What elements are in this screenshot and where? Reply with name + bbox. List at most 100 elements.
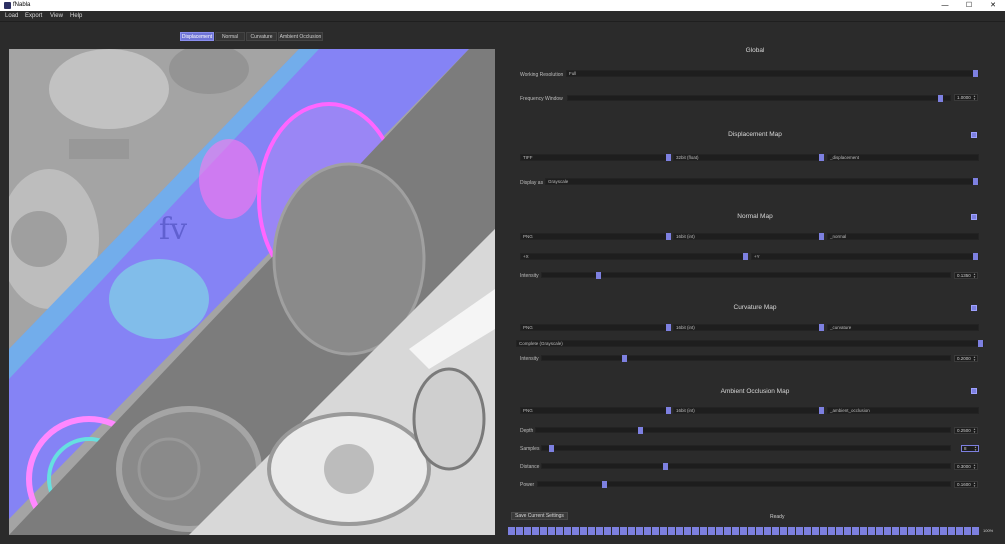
normal-enable-checkbox[interactable]	[971, 214, 977, 220]
curvature-depth-handle[interactable]	[819, 324, 824, 331]
progress-segment	[924, 527, 931, 535]
menu-help[interactable]: Help	[70, 13, 82, 19]
display-as-label: Display as	[520, 180, 544, 186]
curvature-intensity-value: 0.2000	[957, 356, 971, 361]
curvature-enable-checkbox[interactable]	[971, 305, 977, 311]
progress-segment	[652, 527, 659, 535]
normal-x-axis-handle[interactable]	[743, 253, 748, 260]
tab-curvature[interactable]: Curvature	[246, 32, 277, 41]
ao-depth-handle[interactable]	[819, 407, 824, 414]
ao-enable-checkbox[interactable]	[971, 388, 977, 394]
displacement-format-handle[interactable]	[666, 154, 671, 161]
progress-segment	[572, 527, 579, 535]
displacement-depth-select[interactable]: 32bit (float)	[673, 154, 823, 161]
normal-format-handle[interactable]	[666, 233, 671, 240]
progress-segment	[676, 527, 683, 535]
ao-depth-slider-handle[interactable]	[637, 427, 643, 434]
frequency-window-slider-handle[interactable]	[938, 95, 944, 102]
progress-segment	[764, 527, 771, 535]
normal-intensity-slider[interactable]	[541, 272, 951, 278]
progress-segment	[532, 527, 539, 535]
menu-export[interactable]: Export	[25, 13, 42, 19]
frequency-window-value: 1.0000	[957, 95, 971, 100]
frequency-window-spinbox[interactable]: 1.0000 ▲ ▼	[954, 94, 978, 101]
progress-segment	[716, 527, 723, 535]
normal-depth-handle[interactable]	[819, 233, 824, 240]
progress-segment	[508, 527, 515, 535]
progress-segment	[772, 527, 779, 535]
normal-y-axis-handle[interactable]	[973, 253, 978, 260]
working-resolution-select[interactable]: Full	[566, 70, 979, 77]
ao-distance-spinbox[interactable]: 0.3000 ▲ ▼	[954, 463, 978, 470]
ao-power-spinbox[interactable]: 0.1600 ▲ ▼	[954, 481, 978, 488]
normal-suffix-input[interactable]: _normal	[827, 233, 979, 240]
spin-arrows-icon[interactable]: ▲ ▼	[973, 428, 977, 434]
curvature-format-select[interactable]: PNG	[520, 324, 670, 331]
displacement-depth-handle[interactable]	[819, 154, 824, 161]
progress-segment	[948, 527, 955, 535]
progress-segment	[844, 527, 851, 535]
normal-intensity-slider-handle[interactable]	[595, 272, 601, 279]
spin-arrows-icon[interactable]: ▲ ▼	[973, 464, 977, 470]
spin-arrows-icon[interactable]: ▲ ▼	[973, 273, 977, 279]
display-as-handle[interactable]	[973, 178, 978, 185]
normal-intensity-spinbox[interactable]: 0.1350 ▲ ▼	[954, 272, 978, 279]
minimize-icon[interactable]: —	[938, 1, 952, 10]
ao-suffix-input[interactable]: _ambient_occlusion	[827, 407, 979, 414]
progress-segment	[940, 527, 947, 535]
spin-arrows-icon[interactable]: ▲ ▼	[973, 95, 977, 101]
status-text: Ready	[770, 514, 785, 520]
spin-arrows-icon[interactable]: ▲ ▼	[973, 356, 977, 362]
working-resolution-dropdown-handle[interactable]	[973, 70, 978, 77]
normal-depth-select[interactable]: 16bit (int)	[673, 233, 823, 240]
progress-segment	[620, 527, 627, 535]
app-logo-icon	[4, 2, 11, 9]
ao-depth-slider[interactable]	[535, 427, 951, 433]
save-settings-button[interactable]: Save Current Settings	[511, 512, 568, 520]
progress-segment	[908, 527, 915, 535]
curvature-depth-select[interactable]: 16bit (int)	[673, 324, 823, 331]
map-preview[interactable]: fv	[9, 49, 495, 535]
frequency-window-label: Frequency Window	[520, 96, 563, 102]
progress-segment	[644, 527, 651, 535]
progress-segment	[932, 527, 939, 535]
curvature-mode-handle[interactable]	[978, 340, 983, 347]
ao-samples-slider[interactable]	[541, 445, 951, 451]
curvature-intensity-slider-handle[interactable]	[622, 355, 627, 362]
progress-text: 100%	[983, 528, 994, 533]
menu-view[interactable]: View	[50, 13, 63, 19]
ao-distance-slider[interactable]	[541, 463, 951, 469]
ao-power-slider-handle[interactable]	[602, 481, 608, 488]
curvature-format-handle[interactable]	[666, 324, 671, 331]
tab-displacement[interactable]: Displacement	[180, 32, 214, 41]
frequency-window-slider[interactable]	[567, 95, 951, 101]
ao-depth-select[interactable]: 16bit (int)	[673, 407, 823, 414]
tab-ambient-occlusion[interactable]: Ambient Occlusion	[278, 32, 323, 41]
ao-format-handle[interactable]	[666, 407, 671, 414]
maximize-icon[interactable]: ☐	[962, 1, 976, 10]
close-icon[interactable]: ✕	[986, 1, 1000, 10]
ao-depth-spinbox[interactable]: 0.2500 ▲ ▼	[954, 427, 978, 434]
curvature-mode-select[interactable]: Complete (Grayscale)	[516, 340, 984, 347]
curvature-suffix-input[interactable]: _curvature	[827, 324, 979, 331]
spin-arrows-icon[interactable]: ▲ ▼	[974, 446, 978, 452]
normal-x-axis-select[interactable]: +X	[520, 253, 748, 260]
tab-normal[interactable]: Normal	[215, 32, 245, 41]
progress-segment	[828, 527, 835, 535]
displacement-format-select[interactable]: TIFF	[520, 154, 670, 161]
curvature-intensity-spinbox[interactable]: 0.2000 ▲ ▼	[954, 355, 978, 362]
ao-samples-slider-handle[interactable]	[549, 445, 555, 452]
menu-load[interactable]: Load	[5, 13, 18, 19]
progress-segment	[884, 527, 891, 535]
ao-distance-slider-handle[interactable]	[662, 463, 668, 470]
ao-samples-spinbox[interactable]: 8 ▲ ▼	[961, 445, 979, 452]
normal-y-axis-select[interactable]: +Y	[751, 253, 979, 260]
curvature-intensity-slider[interactable]	[541, 355, 951, 361]
spin-arrows-icon[interactable]: ▲ ▼	[973, 482, 977, 488]
display-as-select[interactable]: Grayscale	[545, 178, 979, 185]
normal-format-select[interactable]: PNG	[520, 233, 670, 240]
ao-power-slider[interactable]	[537, 481, 951, 487]
ao-format-select[interactable]: PNG	[520, 407, 670, 414]
displacement-suffix-input[interactable]: _displacement	[827, 154, 979, 161]
displacement-enable-checkbox[interactable]	[971, 132, 977, 138]
